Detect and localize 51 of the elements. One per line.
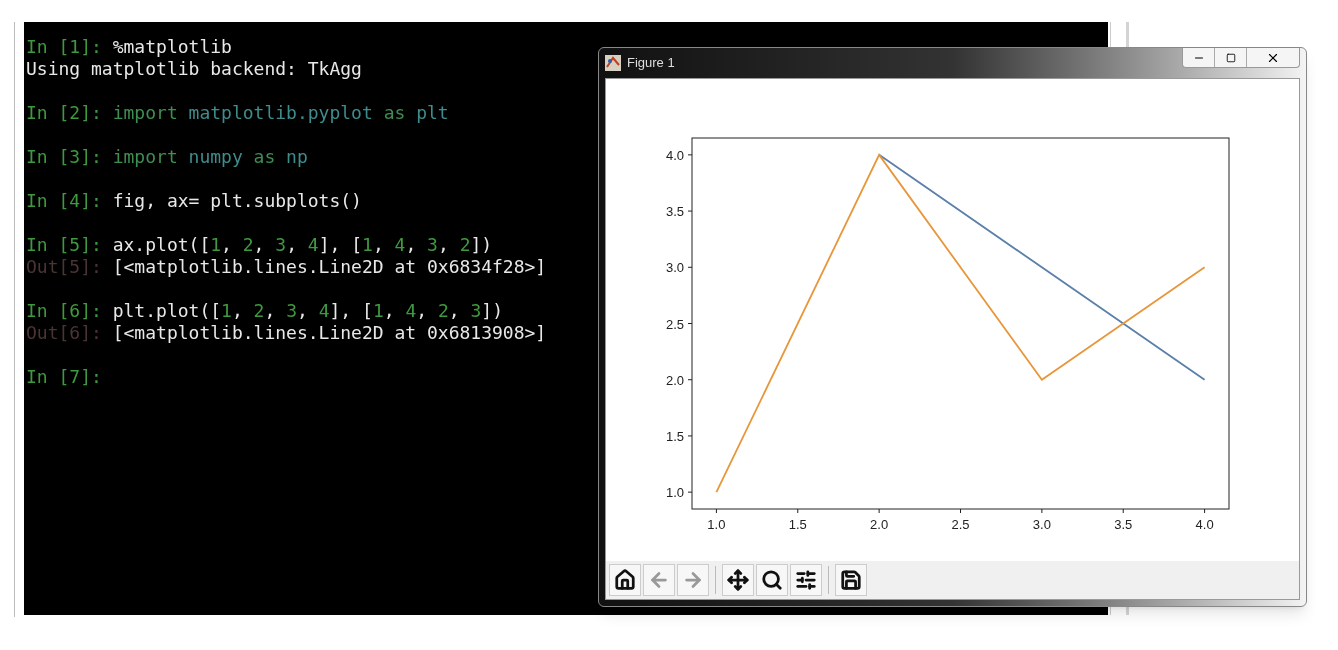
home-icon <box>614 569 636 591</box>
magnifier-icon <box>761 569 783 591</box>
y-tick: 2.5 <box>665 316 693 332</box>
x-tick-label: 1.5 <box>788 517 807 532</box>
x-tick: 2.0 <box>870 508 889 532</box>
window-title: Figure 1 <box>627 54 675 73</box>
console-line: Out[6]: [<matplotlib.lines.Line2D at 0x6813908>] <box>26 322 547 344</box>
console-line: In [3]: import numpy as np <box>26 146 308 168</box>
toolbar-button[interactable] <box>790 564 822 596</box>
y-tick: 1.0 <box>665 485 693 501</box>
x-tick: 3.0 <box>1032 508 1051 532</box>
toolbar-button[interactable] <box>609 564 641 596</box>
x-tick-label: 3.0 <box>1032 517 1051 532</box>
x-tick: 3.5 <box>1114 508 1133 532</box>
y-tick: 4.0 <box>665 147 693 163</box>
y-tick-label: 1.0 <box>665 485 684 501</box>
x-tick: 1.5 <box>788 508 807 532</box>
x-tick: 2.5 <box>951 508 970 532</box>
toolbar-button[interactable] <box>756 564 788 596</box>
y-tick-label: 2.5 <box>665 316 684 332</box>
y-tick-label: 3.0 <box>665 260 684 276</box>
toolbar-button[interactable] <box>722 564 754 596</box>
move-icon <box>727 569 749 591</box>
console-line: In [1]: %matplotlib <box>26 36 232 58</box>
toolbar-button[interactable] <box>835 564 867 596</box>
y-tick-label: 2.0 <box>665 372 684 388</box>
y-tick: 2.0 <box>665 372 693 388</box>
y-tick-label: 1.5 <box>665 428 684 444</box>
x-tick: 1.0 <box>707 508 726 532</box>
x-tick-label: 2.0 <box>870 517 889 532</box>
console-line: In [7]: <box>26 366 102 388</box>
y-tick: 1.5 <box>665 428 693 444</box>
x-tick-label: 2.5 <box>951 517 970 532</box>
x-tick: 4.0 <box>1195 508 1214 532</box>
y-tick-label: 3.5 <box>665 204 684 220</box>
forward-arrow-icon <box>682 569 704 591</box>
sliders-icon <box>795 569 817 591</box>
app-icon <box>605 55 621 71</box>
x-tick-label: 4.0 <box>1195 517 1214 532</box>
console-line: In [6]: plt.plot([1, 2, 3, 4], [1, 4, 2, 3]) <box>26 300 503 322</box>
console-line: Out[5]: [<matplotlib.lines.Line2D at 0x6834f28>] <box>26 256 547 278</box>
console-line: In [5]: ax.plot([1, 2, 3, 4], [1, 4, 3, 2]) <box>26 234 493 256</box>
console-line: In [2]: import matplotlib.pyplot as plt <box>26 102 449 124</box>
x-tick-label: 1.0 <box>707 517 726 532</box>
console-line: In [4]: fig, ax= plt.subplots() <box>26 190 362 212</box>
x-tick-label: 3.5 <box>1114 517 1133 532</box>
console-line: Using matplotlib backend: TkAgg <box>26 58 362 80</box>
y-tick: 3.0 <box>665 260 693 276</box>
maximize-icon <box>1225 52 1236 63</box>
y-tick: 3.5 <box>665 204 693 220</box>
y-tick-label: 4.0 <box>665 147 684 163</box>
